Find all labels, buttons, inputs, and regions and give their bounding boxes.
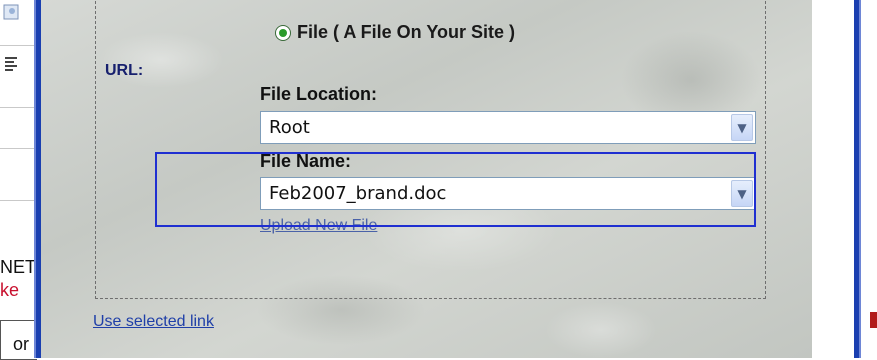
cropped-red-mark: [870, 312, 877, 328]
file-radio-option[interactable]: File ( A File On Your Site ): [275, 22, 515, 43]
file-radio-label[interactable]: File ( A File On Your Site ): [297, 22, 515, 43]
radio-dot: [279, 28, 287, 37]
radio-button-selected[interactable]: [275, 24, 291, 41]
background-app-left: NET ke or: [0, 0, 41, 360]
toolbar-divider: [0, 148, 38, 149]
cropped-text: ke: [0, 280, 20, 300]
chevron-down-icon[interactable]: ▼: [731, 114, 753, 141]
focus-highlight-box: [155, 152, 756, 227]
file-location-label: File Location:: [260, 84, 377, 104]
window-border: [859, 0, 861, 358]
cropped-text: NET: [0, 257, 36, 277]
url-fieldset: [95, 0, 766, 299]
toolbar-image-icon: [3, 4, 19, 20]
file-location-value: Root: [269, 117, 310, 138]
use-selected-link[interactable]: Use selected link: [93, 313, 214, 331]
background-app-right: [812, 0, 877, 358]
text-align-icon: [5, 57, 17, 71]
cropped-input: or: [0, 320, 37, 360]
toolbar-divider: [0, 200, 38, 201]
toolbar-divider: [0, 107, 38, 108]
cropped-text: or: [13, 334, 30, 354]
url-label: URL:: [105, 62, 144, 79]
toolbar-divider: [0, 45, 38, 46]
file-location-select[interactable]: Root ▼: [260, 111, 756, 144]
